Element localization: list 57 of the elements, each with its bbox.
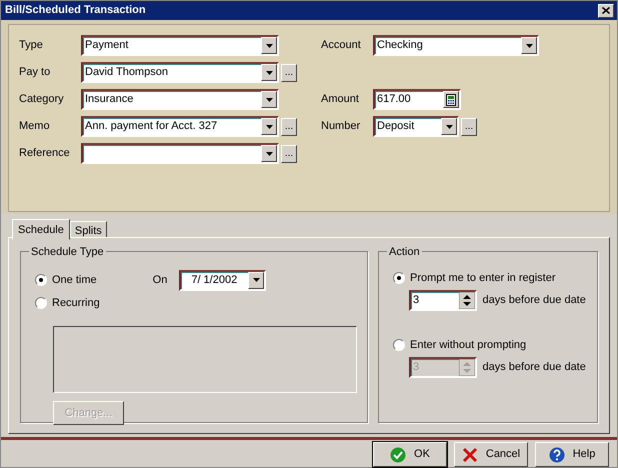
caret-icon [266,70,272,75]
combo-box[interactable] [81,143,279,164]
radio-button[interactable]: Recurring [35,295,100,312]
help-button[interactable]: Help [535,442,609,467]
caret-icon [526,44,532,48]
dropdown-button[interactable] [261,91,277,108]
caret-icon [266,98,272,102]
field-label: Pay to [19,65,52,80]
dropdown-button[interactable] [441,118,457,136]
date-field[interactable]: 7/ 1/2002 [179,270,266,291]
dropdown-button[interactable] [248,272,264,289]
ok-button[interactable]: OK [373,442,447,467]
ellipsis-button[interactable]: ... [281,118,297,136]
help-icon [548,446,565,462]
field-label: On [152,272,168,288]
close-icon [602,7,610,14]
radio-button[interactable]: Prompt me to enter in register [393,270,556,286]
caret-icon [252,278,260,282]
field-label: Memo [19,119,51,134]
dropdown-button[interactable] [261,145,277,162]
days-label: days before due date [482,360,586,376]
dropdown-button[interactable] [261,118,277,136]
dropdown-button[interactable] [261,64,277,82]
ellipsis-button[interactable]: ... [281,144,297,163]
combo-box[interactable]: David Thompson [81,62,279,84]
field-label: Reference [19,146,71,162]
combo-box[interactable]: Insurance [81,89,279,110]
caret-icon [266,124,272,129]
field-label: Amount [321,92,360,108]
calculator-icon [446,94,456,106]
spin-arrows-icon[interactable] [459,292,475,310]
cancel-button[interactable]: Cancel [454,442,528,467]
window-title: Bill/Scheduled Transaction [5,3,146,18]
radio-button[interactable]: One time [35,272,97,288]
field-label: Type [19,38,44,54]
days-label: days before due date [482,293,586,308]
close-button[interactable] [598,4,614,18]
caret-icon [266,44,272,48]
caret-icon [446,124,452,129]
spin-field[interactable]: 3 [409,290,477,312]
caret-icon [266,152,272,156]
combo-box[interactable]: Ann. payment for Acct. 327 [81,116,279,138]
ellipsis-button[interactable]: ... [281,64,297,82]
combo-box[interactable]: Payment [81,35,279,56]
amount-field[interactable]: 617.00 [373,89,461,110]
check-icon [390,446,406,462]
field-label: Number [321,119,362,134]
combo-box[interactable]: Checking [373,35,539,56]
dropdown-button[interactable] [261,37,277,54]
combo-box[interactable]: Deposit [373,116,459,138]
ellipsis-button[interactable]: ... [461,118,477,136]
close-icon [462,446,478,462]
tab[interactable]: Schedule [12,219,70,240]
dropdown-button[interactable] [521,37,537,54]
calculator-button[interactable] [443,91,459,108]
field-label: Category [19,92,65,108]
field-label: Account [321,38,362,54]
